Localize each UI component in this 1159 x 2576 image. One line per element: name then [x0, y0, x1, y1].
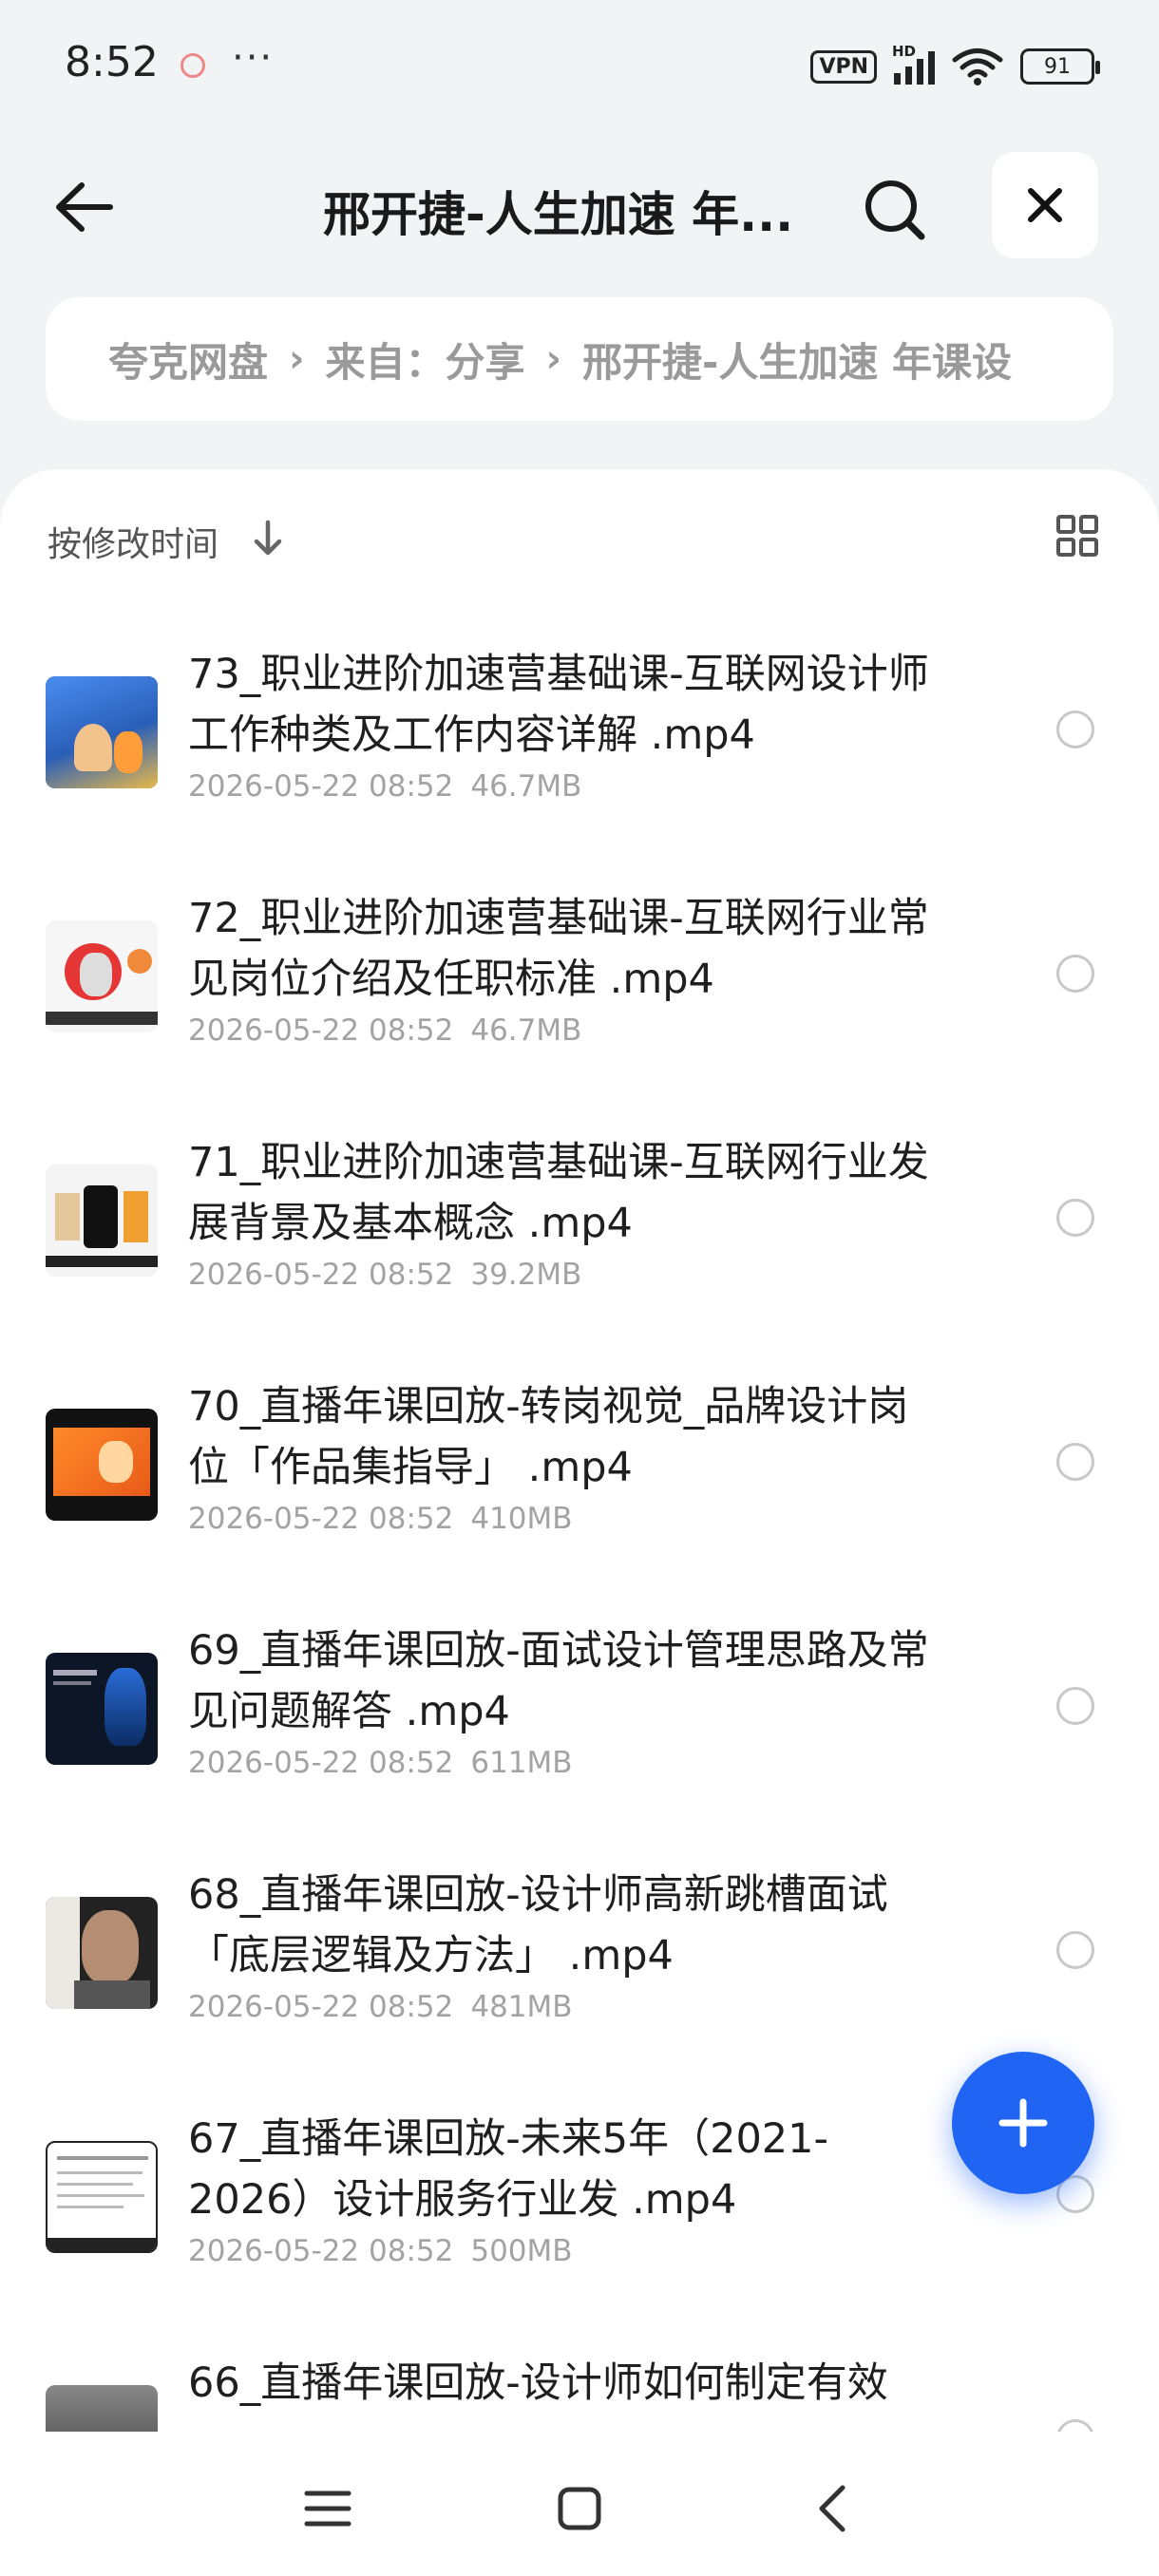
arrow-left-icon: [56, 182, 113, 232]
file-meta: 2026-05-22 08:52 46.7MB: [188, 769, 581, 804]
file-list: 73_职业进阶加速营基础课-互联网设计师工作种类及工作内容详解 .mp4 202…: [0, 646, 1159, 2464]
more-notifications-icon: ···: [232, 36, 275, 80]
close-icon: [1028, 188, 1062, 222]
file-name: 69_直播年课回放-面试设计管理思路及常见问题解答 .mp4: [188, 1627, 929, 1735]
breadcrumb: 夸克网盘 › 来自：分享 › 邢开捷-人生加速 年课设: [46, 297, 1113, 421]
nav-back-button[interactable]: [798, 2475, 864, 2542]
chevron-left-icon: [819, 2485, 846, 2532]
breadcrumb-item-root[interactable]: 夸克网盘: [108, 331, 268, 388]
file-meta: 2026-05-22 08:52 46.7MB: [188, 1013, 581, 1048]
file-date: 2026-05-22 08:52: [188, 1746, 454, 1780]
file-size: 46.7MB: [470, 1013, 582, 1048]
home-button[interactable]: [546, 2475, 613, 2542]
plus-icon: [998, 2098, 1048, 2148]
video-thumbnail: [46, 1165, 158, 1277]
search-button[interactable]: [850, 165, 940, 255]
file-meta: 2026-05-22 08:52 410MB: [188, 1502, 573, 1536]
file-name: 70_直播年课回放-转岗视觉_品牌设计岗位「作品集指导」 .mp4: [188, 1383, 909, 1491]
file-meta: 2026-05-22 08:52 39.2MB: [188, 1258, 581, 1292]
breadcrumb-fade: [1037, 297, 1113, 421]
chevron-right-icon: ›: [289, 337, 305, 381]
file-name: 66_直播年课回放-设计师如何制定有效: [188, 2359, 888, 2407]
file-date: 2026-05-22 08:52: [188, 2234, 454, 2268]
file-size: 46.7MB: [470, 769, 582, 804]
select-radio[interactable]: [1056, 1931, 1094, 1969]
file-size: 611MB: [470, 1746, 573, 1780]
file-meta: 2026-05-22 08:52 481MB: [188, 1990, 573, 2024]
arrow-down-icon[interactable]: [249, 517, 287, 559]
file-size: 410MB: [470, 1502, 573, 1536]
file-meta: 2026-05-22 08:52 611MB: [188, 1746, 573, 1780]
status-time: 8:52: [65, 38, 159, 86]
sort-button[interactable]: 按修改时间: [48, 517, 218, 566]
video-thumbnail: [46, 676, 158, 788]
status-bar: 8:52 ··· VPN HD 91: [0, 0, 1159, 133]
battery-icon: 91: [1020, 48, 1100, 85]
file-row[interactable]: 70_直播年课回放-转岗视觉_品牌设计岗位「作品集指导」 .mp4 2026-0…: [0, 1378, 1159, 1622]
video-thumbnail: [46, 1897, 158, 2009]
file-size: 39.2MB: [470, 1258, 582, 1292]
back-button[interactable]: [42, 165, 125, 249]
video-thumbnail: [46, 920, 158, 1032]
file-row[interactable]: 72_职业进阶加速营基础课-互联网行业常见岗位介绍及任职标准 .mp4 2026…: [0, 890, 1159, 1134]
video-thumbnail: [46, 1409, 158, 1521]
status-icons: VPN HD 91: [810, 43, 1100, 87]
close-button[interactable]: [992, 152, 1098, 258]
menu-button[interactable]: [294, 2475, 361, 2542]
chevron-right-icon: ›: [545, 337, 561, 381]
select-radio[interactable]: [1056, 710, 1094, 748]
signal-icon: HD: [892, 43, 935, 85]
sort-bar: 按修改时间: [46, 507, 1113, 564]
menu-icon: [304, 2491, 352, 2527]
file-date: 2026-05-22 08:52: [188, 1013, 454, 1048]
select-radio[interactable]: [1056, 1687, 1094, 1725]
select-radio[interactable]: [1056, 1199, 1094, 1237]
file-name: 68_直播年课回放-设计师高新跳槽面试「底层逻辑及方法」 .mp4: [188, 1871, 888, 1979]
file-date: 2026-05-22 08:52: [188, 1990, 454, 2024]
search-icon: [865, 180, 925, 240]
square-icon: [558, 2487, 601, 2530]
page-title: 邢开捷-人生加速 年...: [323, 187, 794, 242]
file-date: 2026-05-22 08:52: [188, 1502, 454, 1536]
select-radio[interactable]: [1056, 1443, 1094, 1481]
select-radio[interactable]: [1056, 955, 1094, 993]
file-size: 481MB: [470, 1990, 573, 2024]
vpn-icon: VPN: [810, 49, 877, 84]
breadcrumb-item-share[interactable]: 来自：分享: [326, 331, 525, 388]
file-row[interactable]: 71_职业进阶加速营基础课-互联网行业发展背景及基本概念 .mp4 2026-0…: [0, 1134, 1159, 1378]
system-nav-bar: [0, 2432, 1159, 2576]
file-date: 2026-05-22 08:52: [188, 769, 454, 804]
grid-view-icon[interactable]: [1051, 509, 1104, 562]
breadcrumb-item-current[interactable]: 邢开捷-人生加速 年课设: [582, 331, 1012, 388]
file-name: 73_职业进阶加速营基础课-互联网设计师工作种类及工作内容详解 .mp4: [188, 651, 929, 759]
video-thumbnail: [46, 2141, 158, 2253]
file-name: 67_直播年课回放-未来5年（2021-2026）设计服务行业发 .mp4: [188, 2115, 829, 2224]
file-name: 71_职业进阶加速营基础课-互联网行业发展背景及基本概念 .mp4: [188, 1139, 929, 1247]
file-row[interactable]: 73_职业进阶加速营基础课-互联网设计师工作种类及工作内容详解 .mp4 202…: [0, 646, 1159, 890]
video-thumbnail: [46, 1653, 158, 1765]
file-meta: 2026-05-22 08:52 500MB: [188, 2234, 573, 2268]
file-name: 72_职业进阶加速营基础课-互联网行业常见岗位介绍及任职标准 .mp4: [188, 895, 929, 1003]
file-size: 500MB: [470, 2234, 573, 2268]
battery-level: 91: [1044, 54, 1071, 79]
file-row[interactable]: 69_直播年课回放-面试设计管理思路及常见问题解答 .mp4 2026-05-2…: [0, 1622, 1159, 1866]
wifi-icon: [952, 48, 1003, 85]
app-notification-icon: [180, 53, 205, 78]
hd-label: HD: [892, 43, 917, 60]
header: 邢开捷-人生加速 年...: [0, 152, 1159, 258]
add-button[interactable]: [952, 2052, 1094, 2194]
file-date: 2026-05-22 08:52: [188, 1258, 454, 1292]
